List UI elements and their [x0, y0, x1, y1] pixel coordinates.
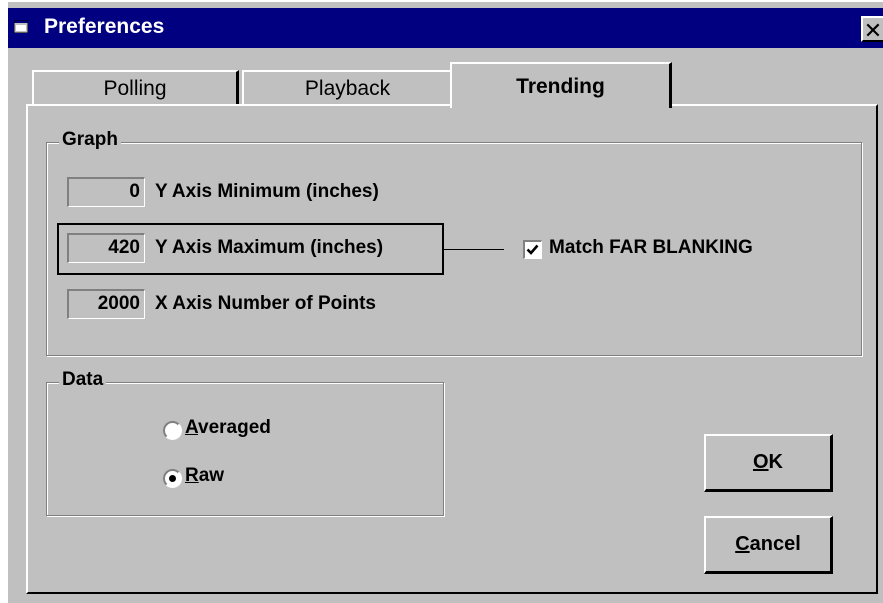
- match-far-blanking-box[interactable]: [523, 240, 542, 259]
- tab-polling-label: Polling: [103, 77, 167, 100]
- close-icon: ✕: [863, 18, 883, 43]
- window-title: Preferences: [44, 15, 165, 38]
- connector-line: [444, 249, 504, 250]
- averaged-mnemonic: A: [185, 417, 199, 438]
- radio-selected-dot: [169, 475, 176, 482]
- ok-mnemonic: O: [752, 451, 769, 473]
- ok-label-rest: K: [768, 451, 783, 473]
- cancel-mnemonic: C: [735, 533, 750, 555]
- preferences-dialog: Preferences ✕ Polling Playback Trending …: [6, 0, 883, 603]
- y-axis-minimum-field[interactable]: 0: [67, 177, 145, 207]
- close-button[interactable]: ✕: [861, 16, 883, 43]
- tab-polling[interactable]: Polling: [32, 70, 239, 106]
- data-group: Data Averaged Raw: [46, 369, 444, 516]
- averaged-radio-circle[interactable]: [163, 421, 182, 440]
- app-window-icon: [14, 20, 28, 33]
- y-axis-maximum-label: Y Axis Maximum (inches): [155, 237, 384, 258]
- raw-radio-label[interactable]: Raw: [185, 465, 224, 487]
- title-bar[interactable]: Preferences ✕: [8, 8, 883, 48]
- tab-playback-label: Playback: [304, 77, 391, 100]
- ok-button[interactable]: OK: [704, 434, 833, 492]
- y-axis-minimum-label: Y Axis Minimum (inches): [155, 181, 379, 202]
- x-axis-points-field[interactable]: 2000: [67, 289, 145, 319]
- graph-group-label: Graph: [59, 129, 121, 151]
- averaged-radio-label[interactable]: Averaged: [185, 417, 271, 439]
- raw-radio-circle[interactable]: [163, 469, 182, 488]
- x-axis-points-label: X Axis Number of Points: [155, 293, 376, 314]
- raw-mnemonic: R: [185, 465, 199, 486]
- averaged-label-rest: veraged: [198, 417, 271, 438]
- tab-trending[interactable]: Trending: [450, 62, 672, 108]
- tab-trending-label: Trending: [516, 75, 605, 98]
- graph-group: Graph 0 Y Axis Minimum (inches) 420 Y Ax…: [46, 129, 862, 356]
- y-axis-maximum-field[interactable]: 420: [67, 233, 145, 263]
- data-group-label: Data: [59, 369, 107, 391]
- tab-playback[interactable]: Playback: [242, 70, 454, 106]
- raw-label-rest: aw: [198, 465, 225, 486]
- cancel-label-rest: ancel: [749, 533, 801, 555]
- checkmark-icon: [526, 244, 539, 255]
- match-far-blanking-label[interactable]: Match FAR BLANKING: [549, 237, 753, 259]
- trending-tab-panel: Graph 0 Y Axis Minimum (inches) 420 Y Ax…: [26, 104, 878, 594]
- cancel-button[interactable]: Cancel: [704, 516, 833, 574]
